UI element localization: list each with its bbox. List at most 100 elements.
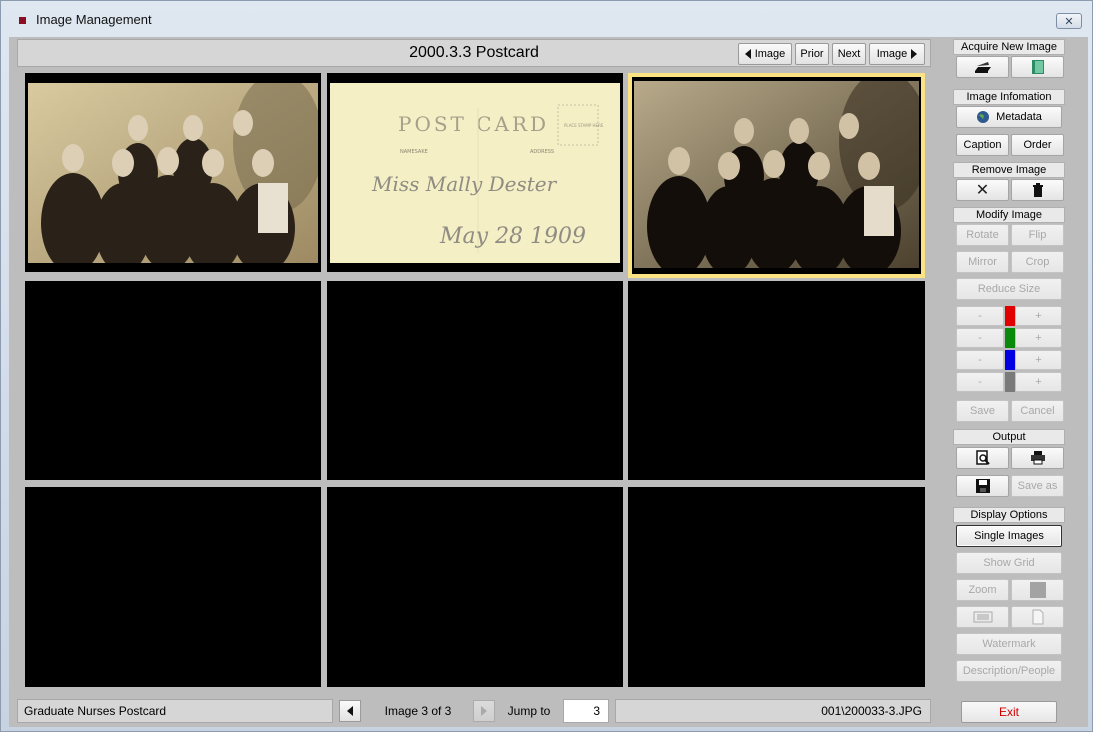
watermark-button[interactable]: Watermark — [956, 633, 1062, 655]
save-file-button[interactable] — [956, 475, 1009, 497]
tool-panel: Acquire New Image Image Infomation Metad… — [952, 37, 1066, 727]
group-photo-processed — [634, 81, 919, 268]
green-swatch — [1005, 328, 1015, 348]
image-management-window: Image Management ✕ 2000.3.3 Postcard Ima… — [0, 0, 1093, 732]
square-icon — [1029, 582, 1046, 598]
red-swatch — [1005, 306, 1015, 326]
jump-to-label: Jump to — [507, 704, 551, 718]
print-preview-button[interactable] — [956, 447, 1009, 469]
blue-plus-button[interactable]: + — [1015, 350, 1062, 370]
save-button[interactable]: Save — [956, 400, 1009, 422]
thumbnail-9-empty[interactable] — [628, 487, 925, 687]
scan-button[interactable] — [956, 56, 1009, 78]
thumbnail-1[interactable] — [25, 73, 321, 272]
thumbnail-4-empty[interactable] — [25, 281, 321, 480]
red-plus-button[interactable]: + — [1015, 306, 1062, 326]
globe-icon — [977, 111, 990, 123]
scanner-icon — [974, 62, 991, 73]
gray-adjust-row: - + — [956, 372, 1062, 392]
last-image-button[interactable]: Image — [869, 43, 925, 65]
client-area: 2000.3.3 Postcard Image Prior Next Image — [9, 37, 1088, 727]
trash-icon — [1032, 183, 1043, 197]
mirror-button[interactable]: Mirror — [956, 251, 1009, 273]
cancel-button[interactable]: Cancel — [1011, 400, 1064, 422]
flip-button[interactable]: Flip — [1011, 224, 1064, 246]
rotate-button[interactable]: Rotate — [956, 224, 1009, 246]
thumbnail-5-empty[interactable] — [327, 281, 623, 480]
reduce-size-button[interactable]: Reduce Size — [956, 278, 1062, 300]
jump-to-input[interactable]: 3 — [563, 699, 609, 723]
trash-button[interactable] — [1011, 179, 1064, 201]
page-view-button[interactable] — [1011, 606, 1064, 628]
gray-plus-button[interactable]: + — [1015, 372, 1062, 392]
caption-button[interactable]: Caption — [956, 134, 1009, 156]
file-open-icon — [1031, 60, 1044, 74]
triangle-left-icon — [744, 49, 751, 59]
blue-minus-button[interactable]: - — [956, 350, 1004, 370]
triangle-left-icon — [347, 706, 353, 716]
green-plus-button[interactable]: + — [1015, 328, 1062, 348]
handwriting-line-2: May 28 1909 — [439, 224, 586, 249]
window-title: Image Management — [36, 12, 152, 27]
fit-window-icon — [973, 611, 992, 623]
postcard-right-caption: ADDRESS — [530, 149, 554, 155]
record-title: 2000.3.3 Postcard — [409, 44, 539, 61]
zoom-button[interactable]: Zoom — [956, 579, 1009, 601]
acquire-label: Acquire New Image — [953, 39, 1065, 55]
single-images-button[interactable]: Single Images — [956, 525, 1062, 547]
blue-swatch — [1005, 350, 1015, 370]
app-icon — [19, 17, 26, 24]
blue-adjust-row: - + — [956, 350, 1062, 370]
thumbnail-7-empty[interactable] — [25, 487, 321, 687]
save-as-button[interactable]: Save as — [1011, 475, 1064, 497]
status-bar: Graduate Nurses Postcard Image 3 of 3 Ju… — [17, 699, 931, 723]
close-icon: ✕ — [1064, 15, 1074, 28]
group-photo-sepia — [28, 83, 318, 263]
thumbnail-3-selected[interactable] — [628, 73, 925, 278]
postcard-back: POST CARD NAMESAKE ADDRESS PLACE STAMP H… — [330, 83, 620, 263]
show-grid-button[interactable]: Show Grid — [956, 552, 1062, 574]
output-label: Output — [953, 429, 1065, 445]
thumbnail-6-empty[interactable] — [628, 281, 925, 480]
postcard-left-caption: NAMESAKE — [400, 149, 428, 155]
exit-button[interactable]: Exit — [961, 701, 1057, 723]
x-delete-icon: ✕ — [975, 182, 990, 199]
thumbnail-grid: POST CARD NAMESAKE ADDRESS PLACE STAMP H… — [17, 71, 931, 688]
green-minus-button[interactable]: - — [956, 328, 1004, 348]
zoom-swatch-button[interactable] — [1011, 579, 1064, 601]
red-minus-button[interactable]: - — [956, 306, 1004, 326]
close-button[interactable]: ✕ — [1056, 13, 1082, 29]
title-bar: Image Management ✕ — [1, 1, 1092, 37]
handwriting-line-1: Miss Mally Dester — [371, 172, 558, 196]
thumbnail-8-empty[interactable] — [327, 487, 623, 687]
image-caption: Graduate Nurses Postcard — [17, 699, 333, 723]
crop-button[interactable]: Crop — [1011, 251, 1064, 273]
metadata-button[interactable]: Metadata — [956, 106, 1062, 128]
triangle-right-icon — [481, 706, 487, 716]
triangle-right-icon — [911, 49, 918, 59]
stamp-text: PLACE STAMP HERE — [564, 123, 604, 128]
prior-button[interactable]: Prior — [795, 43, 829, 65]
first-image-button[interactable]: Image — [738, 43, 792, 65]
thumbnail-2[interactable]: POST CARD NAMESAKE ADDRESS PLACE STAMP H… — [327, 73, 623, 272]
description-people-button[interactable]: Description/People — [956, 660, 1062, 682]
red-adjust-row: - + — [956, 306, 1062, 326]
file-name: 001\200033-3.JPG — [615, 699, 931, 723]
green-adjust-row: - + — [956, 328, 1062, 348]
gray-minus-button[interactable]: - — [956, 372, 1004, 392]
gray-swatch — [1005, 372, 1015, 392]
floppy-disk-icon — [975, 479, 990, 493]
remove-label: Remove Image — [953, 162, 1065, 178]
file-open-button[interactable] — [1011, 56, 1064, 78]
delete-button[interactable]: ✕ — [956, 179, 1009, 201]
next-image-button[interactable] — [473, 700, 495, 722]
order-button[interactable]: Order — [1011, 134, 1064, 156]
page-icon — [1032, 609, 1043, 625]
next-button[interactable]: Next — [832, 43, 866, 65]
display-options-label: Display Options — [953, 507, 1065, 523]
postcard-heading: POST CARD — [398, 112, 549, 136]
print-button[interactable] — [1011, 447, 1064, 469]
print-preview-icon — [975, 450, 990, 465]
fit-image-button[interactable] — [956, 606, 1009, 628]
previous-image-button[interactable] — [339, 700, 361, 722]
